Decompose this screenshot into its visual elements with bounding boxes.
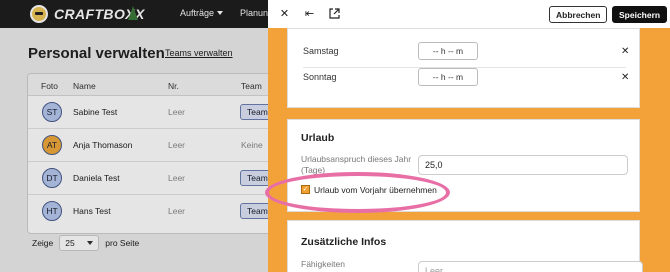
vacation-entitlement-input[interactable]: 25,0 [418, 155, 628, 175]
extra-info-card: Zusätzliche Infos Fähigkeiten Leer [287, 220, 643, 272]
section-title-urlaub: Urlaub [301, 132, 335, 144]
open-external-icon[interactable] [328, 7, 341, 20]
skills-input[interactable]: Leer [418, 261, 643, 272]
save-button[interactable]: Speichern [612, 6, 668, 23]
time-input-samstag[interactable]: -- h -- m [418, 42, 478, 60]
skills-label: Fähigkeiten [301, 259, 345, 269]
drawer-toolbar: ✕ ⇤ [268, 0, 670, 28]
time-input-sonntag[interactable]: -- h -- m [418, 68, 478, 86]
cancel-button[interactable]: Abbrechen [549, 6, 608, 23]
day-label-samstag: Samstag [303, 46, 339, 56]
highlight-ellipse [265, 172, 450, 213]
day-label-sonntag: Sonntag [303, 72, 337, 82]
close-icon[interactable]: ✕ [278, 7, 291, 20]
clear-icon[interactable]: ✕ [621, 46, 629, 57]
working-hours-card: Samstag -- h -- m ✕ Sonntag -- h -- m ✕ [287, 28, 640, 108]
collapse-left-icon[interactable]: ⇤ [303, 7, 316, 20]
section-title-zusaetzliche-infos: Zusätzliche Infos [301, 236, 387, 248]
clear-icon[interactable]: ✕ [621, 72, 629, 83]
